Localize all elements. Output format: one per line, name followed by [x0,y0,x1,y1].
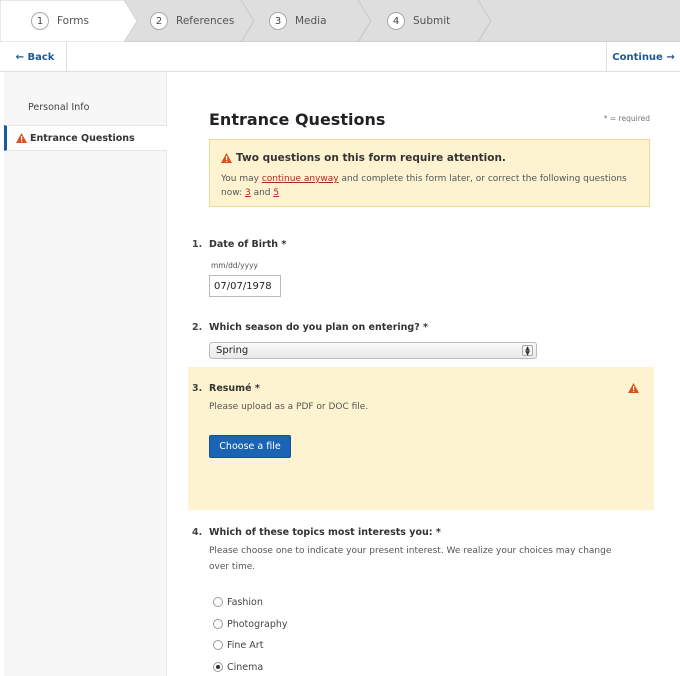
question-3-label: 3. Resumé * [192,383,260,394]
continue-anyway-link[interactable]: continue anyway [262,174,339,184]
radio-label: Fine Art [227,639,264,651]
warning-icon [628,383,639,393]
main-content: Entrance Questions * = required Two ques… [168,72,680,676]
warning-icon [16,133,27,143]
question-text: Which season do you plan on entering? * [209,322,429,333]
sidebar-item-label: Entrance Questions [30,132,135,144]
alert-text-part: You may [221,174,262,184]
select-arrows-icon: ▲ ▼ [522,345,533,357]
season-select[interactable]: Spring ▲ ▼ [209,342,537,359]
attention-alert: Two questions on this form require atten… [209,139,650,207]
question-text: Date of Birth * [209,239,287,250]
date-format-hint: mm/dd/yyyy [211,261,258,270]
radio-label: Photography [227,618,288,630]
step-number: 3 [269,12,287,30]
question-text: Which of these topics most interests you… [209,527,441,538]
warning-icon [221,153,232,163]
step-forms[interactable]: 1 Forms [31,0,89,42]
question-number: 1. [192,239,203,250]
radio-button-selected[interactable] [213,662,223,672]
question-number: 4. [192,527,203,538]
stepper-background [0,0,492,42]
step-label: References [176,15,235,27]
nav-bar: ← Back Continue → [0,42,680,72]
question-3-help: Please upload as a PDF or DOC file. [209,402,369,412]
radio-button[interactable] [213,619,223,629]
question-5-link[interactable]: 5 [273,188,279,198]
radio-option-fine-art[interactable]: Fine Art [213,638,263,652]
continue-button[interactable]: Continue → [606,42,680,72]
step-2-divider [240,0,255,42]
step-label: Media [295,15,327,27]
question-number: 3. [192,383,203,394]
alert-text-part: and [250,188,274,198]
step-number: 1 [31,12,49,30]
question-4-help: Please choose one to indicate your prese… [209,543,611,575]
step-3-divider [357,0,372,42]
page-title: Entrance Questions [209,110,386,129]
step-number: 2 [150,12,168,30]
question-2-label: 2. Which season do you plan on entering? … [192,322,428,333]
radio-button[interactable] [213,597,223,607]
radio-option-fashion[interactable]: Fashion [213,595,263,609]
required-note: * = required [603,114,650,123]
sidebar: Personal Info Entrance Questions [4,72,167,676]
question-4-help-line: over time. [209,562,256,572]
season-selected-value: Spring [216,345,249,356]
radio-label: Fashion [227,596,263,608]
radio-label: Cinema [227,661,264,673]
question-1-label: 1. Date of Birth * [192,239,286,250]
sidebar-item-label: Personal Info [28,101,90,113]
question-number: 2. [192,322,203,333]
question-text: Resumé * [209,383,260,394]
step-number: 4 [387,12,405,30]
alert-title: Two questions on this form require atten… [221,152,506,164]
progress-stepper: 1 Forms 2 References 3 Media 4 Submit [0,0,680,42]
back-button[interactable]: ← Back [4,42,67,72]
radio-button[interactable] [213,640,223,650]
alert-title-text: Two questions on this form require atten… [236,152,506,164]
radio-option-photography[interactable]: Photography [213,617,288,631]
alert-text: You may continue anyway and complete thi… [221,172,641,200]
sidebar-item-entrance-questions[interactable]: Entrance Questions [4,125,167,151]
choose-file-button[interactable]: Choose a file [209,435,291,458]
sidebar-item-personal-info[interactable]: Personal Info [4,94,167,120]
step-references[interactable]: 2 References [150,0,234,42]
question-4-help-line: Please choose one to indicate your prese… [209,546,612,556]
step-label: Forms [57,15,89,27]
step-label: Submit [413,15,451,27]
step-submit[interactable]: 4 Submit [387,0,450,42]
date-of-birth-input[interactable]: 07/07/1978 [209,275,281,297]
question-4-label: 4. Which of these topics most interests y… [192,527,441,538]
step-media[interactable]: 3 Media [269,0,327,42]
radio-option-cinema[interactable]: Cinema [213,660,263,674]
step-4-divider [477,0,492,42]
